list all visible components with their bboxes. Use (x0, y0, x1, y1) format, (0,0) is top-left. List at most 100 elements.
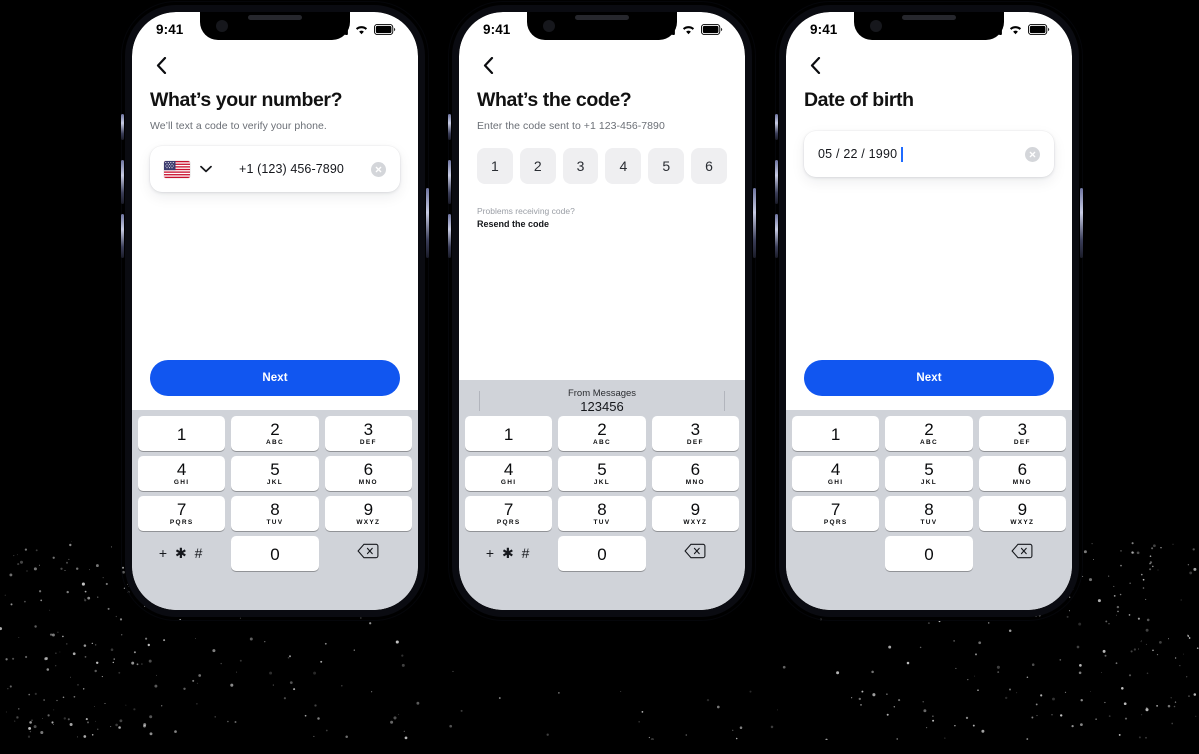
key-letters: MNO (685, 479, 705, 487)
key-9[interactable]: 9 WXYZ (324, 496, 412, 531)
back-button[interactable] (150, 54, 172, 76)
otp-box-1[interactable]: 1 (477, 148, 513, 185)
key-letters: GHI (827, 479, 844, 487)
suggestion-label[interactable]: From Messages 123456 (568, 388, 636, 415)
delete-key-icon[interactable] (1011, 543, 1033, 564)
key-1[interactable]: 1 (138, 416, 226, 451)
suggestion-value[interactable]: 123456 (568, 399, 636, 414)
volume-up-button[interactable] (121, 160, 124, 204)
key-1[interactable]: 1 (792, 416, 880, 451)
keypad-cell-5: 5 JKL (231, 456, 319, 491)
key-2[interactable]: 2 ABC (885, 416, 973, 451)
key-6[interactable]: 6 MNO (651, 456, 739, 491)
page-title: What’s the code? (477, 89, 632, 111)
key-2[interactable]: 2 ABC (231, 416, 319, 451)
key-digit: 4 (503, 459, 514, 479)
phone-number-field[interactable]: +1 (123) 456-7890 (150, 146, 400, 193)
keypad-row-1: 1 2 ABC 3 DEF (135, 416, 415, 451)
side-power-button[interactable] (1080, 188, 1083, 258)
front-camera (543, 20, 555, 32)
key-letters: DEF (359, 439, 377, 447)
key-2[interactable]: 2 ABC (558, 416, 646, 451)
clear-icon[interactable] (371, 161, 386, 177)
volume-up-button[interactable] (775, 160, 778, 204)
key-digit: 5 (597, 459, 607, 479)
suggestion-bar[interactable]: From Messages 123456 (462, 386, 742, 416)
key-digit: 6 (363, 459, 374, 479)
date-of-birth-value-wrap[interactable]: 05 / 22 / 1990 (818, 146, 1025, 162)
key-1[interactable]: 1 (465, 416, 553, 451)
key-5[interactable]: 5 JKL (558, 456, 646, 491)
volume-down-button[interactable] (121, 214, 124, 258)
delete-key-icon[interactable] (357, 543, 379, 564)
key-6[interactable]: 6 MNO (324, 456, 412, 491)
keypad-row-2: 4 GHI 5 JKL 6 MNO (789, 456, 1069, 491)
keypad-cell-delete (979, 536, 1066, 571)
page-title: Date of birth (804, 89, 914, 111)
key-letters: DEF (1013, 439, 1031, 447)
key-letters: ABC (593, 439, 611, 447)
back-button[interactable] (804, 54, 826, 76)
key-9[interactable]: 9 WXYZ (978, 496, 1066, 531)
key-7[interactable]: 7 PQRS (792, 496, 880, 531)
keypad-row-2: 4 GHI 5 JKL 6 MNO (462, 456, 742, 491)
key-3[interactable]: 3 DEF (978, 416, 1066, 451)
mute-switch[interactable] (448, 114, 451, 140)
keypad-cell-6: 6 MNO (324, 456, 412, 491)
keypad-grid-3: 1 2 ABC 3 DEF 4 GHI 5 JKL 6 MNO 7 PQRS 8 TUV 9 WXYZ 0 (789, 416, 1069, 571)
otp-box-3[interactable]: 3 (562, 148, 599, 185)
us-flag-icon (164, 160, 190, 178)
keypad-cell-1: 1 (792, 416, 880, 451)
key-3[interactable]: 3 DEF (651, 416, 739, 451)
phone-number-value[interactable]: +1 (123) 456-7890 (212, 162, 371, 176)
otp-box-4[interactable]: 4 (605, 148, 642, 185)
chevron-down-icon[interactable] (200, 160, 212, 178)
symbols-key[interactable]: + ✱ # (486, 545, 531, 562)
side-power-button[interactable] (426, 188, 429, 258)
volume-down-button[interactable] (775, 214, 778, 258)
key-7[interactable]: 7 PQRS (138, 496, 226, 531)
key-digit: 3 (1017, 419, 1028, 439)
keypad-row-1: 1 2 ABC 3 DEF (462, 416, 742, 451)
key-8[interactable]: 8 TUV (558, 496, 646, 531)
next-button[interactable]: Next (804, 360, 1054, 396)
volume-down-button[interactable] (448, 214, 451, 258)
key-5[interactable]: 5 JKL (885, 456, 973, 491)
key-8[interactable]: 8 TUV (231, 496, 319, 531)
key-4[interactable]: 4 GHI (792, 456, 880, 491)
key-digit: 0 (597, 545, 607, 564)
volume-up-button[interactable] (448, 160, 451, 204)
key-4[interactable]: 4 GHI (465, 456, 553, 491)
otp-box-2[interactable]: 2 (519, 148, 556, 185)
mute-switch[interactable] (121, 114, 124, 140)
side-power-button[interactable] (753, 188, 756, 258)
mute-switch[interactable] (775, 114, 778, 140)
wifi-icon (355, 25, 368, 34)
keypad-cell-4: 4 GHI (138, 456, 226, 491)
key-digit: 8 (924, 499, 934, 519)
page-title: What’s your number? (150, 89, 343, 111)
delete-key-icon[interactable] (684, 543, 706, 564)
key-8[interactable]: 8 TUV (885, 496, 973, 531)
resend-code-link[interactable]: Resend the code (477, 219, 727, 229)
key-6[interactable]: 6 MNO (978, 456, 1066, 491)
key-0[interactable]: 0 (558, 536, 646, 571)
date-of-birth-field[interactable]: 05 / 22 / 1990 (804, 131, 1054, 178)
key-3[interactable]: 3 DEF (324, 416, 412, 451)
clear-icon[interactable] (1025, 146, 1040, 162)
key-4[interactable]: 4 GHI (138, 456, 226, 491)
next-button[interactable]: Next (150, 360, 400, 396)
key-letters: TUV (266, 519, 284, 527)
keypad-row-4: + ✱ # 0 (462, 536, 742, 571)
key-9[interactable]: 9 WXYZ (651, 496, 739, 531)
key-0[interactable]: 0 (885, 536, 973, 571)
back-button[interactable] (477, 54, 499, 76)
key-7[interactable]: 7 PQRS (465, 496, 553, 531)
symbols-key[interactable]: + ✱ # (159, 545, 204, 562)
key-5[interactable]: 5 JKL (231, 456, 319, 491)
otp-box-6[interactable]: 6 (691, 148, 727, 185)
home-indicator-area (789, 576, 1069, 610)
key-0[interactable]: 0 (231, 536, 319, 571)
key-digit: 1 (830, 425, 841, 444)
otp-box-5[interactable]: 5 (648, 148, 685, 185)
